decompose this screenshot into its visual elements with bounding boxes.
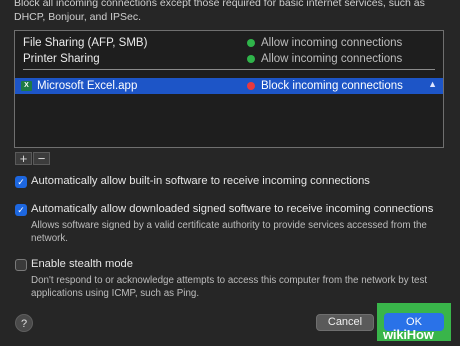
builtin-software-label: Automatically allow built-in software to… (31, 175, 370, 187)
app-row-microsoft-excel[interactable]: X Microsoft Excel.app Block incoming con… (15, 78, 443, 94)
signed-software-description: Allows software signed by a valid certif… (31, 220, 427, 244)
cancel-button[interactable]: Cancel (316, 314, 374, 331)
app-status[interactable]: Allow incoming connections (247, 53, 402, 65)
stealth-mode-description: Don't respond to or acknowledge attempts… (31, 275, 428, 299)
signed-software-checkbox[interactable]: ✓ (15, 204, 27, 216)
intro-description: Block all incoming connections except th… (14, 0, 444, 24)
app-status-select[interactable]: Block incoming connections (247, 80, 403, 92)
status-dot-icon (247, 82, 255, 90)
chevron-up-down-icon[interactable]: ▲ (428, 79, 437, 89)
app-list[interactable]: File Sharing (AFP, SMB) Allow incoming c… (14, 30, 444, 148)
app-row-printer-sharing[interactable]: Printer Sharing Allow incoming connectio… (15, 51, 443, 67)
status-dot-icon (247, 39, 255, 47)
intro-line-1: Block all incoming connections except th… (14, 0, 425, 9)
app-status-label: Allow incoming connections (261, 53, 403, 65)
status-dot-icon (247, 55, 255, 63)
signed-software-label: Automatically allow downloaded signed so… (31, 203, 434, 215)
app-row-file-sharing[interactable]: File Sharing (AFP, SMB) Allow incoming c… (15, 35, 443, 51)
add-app-button[interactable]: + (15, 152, 32, 165)
stealth-mode-checkbox[interactable] (15, 259, 27, 271)
help-button[interactable]: ? (15, 314, 33, 332)
app-name: Printer Sharing (23, 53, 100, 65)
wikihow-watermark: wikiHow (383, 327, 434, 342)
app-name: File Sharing (AFP, SMB) (23, 37, 148, 49)
builtin-software-checkbox[interactable]: ✓ (15, 176, 27, 188)
list-controls: + − (15, 152, 50, 165)
app-status-label: Block incoming connections (261, 80, 403, 92)
excel-app-icon: X (21, 81, 32, 91)
app-status-label: Allow incoming connections (261, 37, 403, 49)
list-divider (23, 69, 435, 70)
remove-app-button[interactable]: − (33, 152, 50, 165)
watermark-how: How (406, 327, 434, 342)
stealth-mode-label: Enable stealth mode (31, 258, 133, 270)
app-name: Microsoft Excel.app (37, 80, 138, 92)
watermark-wiki: wiki (383, 327, 407, 342)
intro-line-2: DHCP, Bonjour, and IPSec. (14, 11, 142, 23)
app-status[interactable]: Allow incoming connections (247, 37, 402, 49)
